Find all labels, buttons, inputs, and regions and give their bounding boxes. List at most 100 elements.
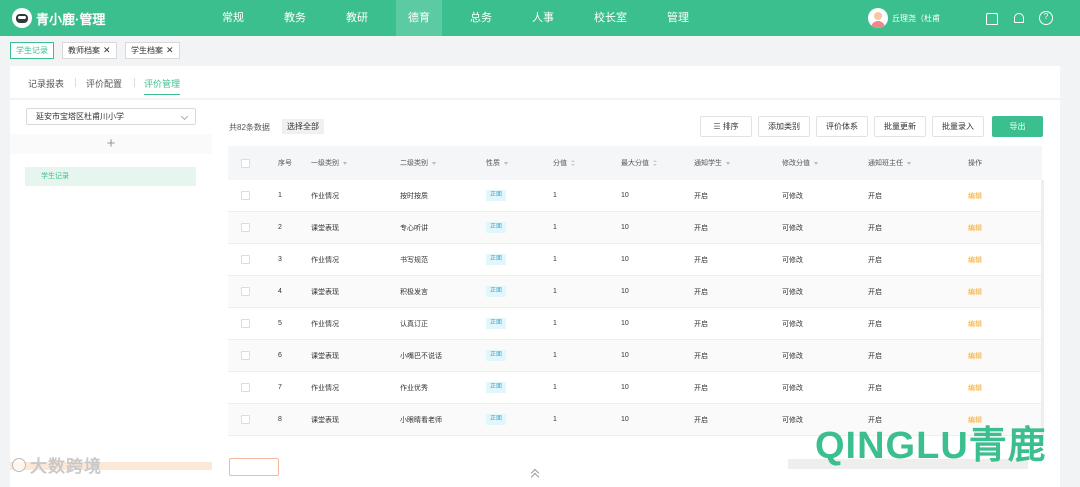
- cell-text: 6: [278, 352, 282, 359]
- tree-item-student-records[interactable]: 学生记录: [25, 167, 196, 186]
- row-checkbox[interactable]: [241, 191, 250, 200]
- school-select[interactable]: 延安市宝塔区杜甫川小学: [26, 108, 196, 125]
- row-checkbox-cell: [241, 308, 250, 339]
- row-checkbox[interactable]: [241, 287, 250, 296]
- footer-action-button[interactable]: [229, 458, 279, 476]
- table-cell[interactable]: 编辑: [968, 308, 982, 339]
- edit-link[interactable]: 编辑: [968, 287, 982, 297]
- close-icon[interactable]: ✕: [103, 45, 111, 55]
- edit-link[interactable]: 编辑: [968, 255, 982, 265]
- cell-text: 10: [621, 320, 629, 327]
- cell-text: 可修改: [782, 288, 803, 296]
- brand-logo[interactable]: 青小鹿·管理: [12, 8, 202, 28]
- nav-item-0[interactable]: 常规: [210, 0, 256, 36]
- column-header-4[interactable]: 分值: [553, 146, 575, 180]
- column-header-3[interactable]: 性质: [486, 146, 508, 180]
- table-cell: 4: [278, 276, 282, 307]
- filter-caret-icon[interactable]: [343, 161, 347, 165]
- nav-item-5[interactable]: 人事: [520, 0, 566, 36]
- edit-link[interactable]: 编辑: [968, 415, 982, 425]
- table-row: 5 作业情况 认真订正 正面 1 10 开启 可修改 开启 编辑: [228, 308, 1042, 340]
- cell-text: 可修改: [782, 384, 803, 392]
- table-cell: 开启: [868, 372, 882, 403]
- column-header-6[interactable]: 通知学生: [694, 146, 730, 180]
- sort-icon[interactable]: [653, 159, 657, 167]
- table-cell: 书写规范: [400, 244, 428, 275]
- nav-item-6[interactable]: 校长室: [582, 0, 639, 36]
- subnav-eval-management[interactable]: 评价管理: [144, 77, 181, 95]
- table-cell: 正面: [486, 212, 507, 243]
- chevron-down-icon: [180, 112, 189, 121]
- nav-item-2[interactable]: 教研: [334, 0, 380, 36]
- table-cell[interactable]: 编辑: [968, 180, 982, 211]
- table-cell: 1: [553, 276, 557, 307]
- filter-caret-icon[interactable]: [814, 161, 818, 165]
- table-cell[interactable]: 编辑: [968, 276, 982, 307]
- table-cell[interactable]: 编辑: [968, 244, 982, 275]
- table-cell: 开启: [694, 308, 708, 339]
- column-header-1[interactable]: 一级类别: [311, 146, 347, 180]
- tab-teacher-files[interactable]: 教师档案 ✕: [62, 42, 117, 59]
- edit-link[interactable]: 编辑: [968, 319, 982, 329]
- row-checkbox[interactable]: [241, 383, 250, 392]
- row-checkbox[interactable]: [241, 415, 250, 424]
- edit-link[interactable]: 编辑: [968, 383, 982, 393]
- table-cell: 8: [278, 404, 282, 435]
- bell-icon[interactable]: [1011, 11, 1025, 25]
- column-header-2[interactable]: 二级类别: [400, 146, 436, 180]
- table-scrollbar[interactable]: [1041, 180, 1044, 440]
- export-button[interactable]: 导出: [992, 116, 1043, 137]
- batch-update-button[interactable]: 批量更新: [874, 116, 926, 137]
- sort-button[interactable]: ☰ 排序: [700, 116, 752, 137]
- filter-caret-icon[interactable]: [504, 161, 508, 165]
- select-all-checkbox[interactable]: [241, 158, 250, 168]
- nav-item-3[interactable]: 德育: [396, 0, 442, 36]
- cell-text: 作业情况: [311, 256, 339, 264]
- row-checkbox[interactable]: [241, 319, 250, 328]
- table-cell[interactable]: 编辑: [968, 212, 982, 243]
- add-category-button[interactable]: +: [10, 134, 212, 154]
- edit-link[interactable]: 编辑: [968, 351, 982, 361]
- add-category-button[interactable]: 添加类别: [758, 116, 810, 137]
- edit-link[interactable]: 编辑: [968, 191, 982, 201]
- nav-item-1[interactable]: 教务: [272, 0, 318, 36]
- watermark-right: QINGLU青鹿: [815, 425, 1047, 467]
- table-cell: 小眼睛看老师: [400, 404, 442, 435]
- filter-caret-icon[interactable]: [907, 161, 911, 165]
- tab-student-files[interactable]: 学生档案 ✕: [125, 42, 180, 59]
- nav-item-4[interactable]: 总务: [458, 0, 504, 36]
- close-icon[interactable]: ✕: [166, 45, 174, 55]
- table-cell[interactable]: 编辑: [968, 340, 982, 371]
- column-header-label: 二级类别: [400, 160, 428, 167]
- row-checkbox-cell: [241, 244, 250, 275]
- table-cell: 10: [621, 340, 629, 371]
- subnav-eval-config[interactable]: 评价配置: [86, 77, 122, 90]
- table-cell: 1: [553, 244, 557, 275]
- column-header-5[interactable]: 最大分值: [621, 146, 657, 180]
- table-cell: 10: [621, 244, 629, 275]
- row-checkbox[interactable]: [241, 255, 250, 264]
- help-icon[interactable]: [1038, 11, 1053, 25]
- user-menu[interactable]: 丘理尧（杜甫: [868, 8, 940, 28]
- row-checkbox[interactable]: [241, 351, 250, 360]
- eval-system-button[interactable]: 评价体系: [816, 116, 868, 137]
- cell-text: 10: [621, 224, 629, 231]
- nav-item-7[interactable]: 管理: [655, 0, 701, 36]
- main-menu: 常规 教务 教研 德育 总务 人事 校长室 管理: [210, 0, 717, 36]
- column-header-7[interactable]: 修改分值: [782, 146, 818, 180]
- row-checkbox[interactable]: [241, 223, 250, 232]
- tab-student-records[interactable]: 学生记录: [10, 42, 54, 59]
- column-header-8[interactable]: 通知班主任: [868, 146, 911, 180]
- edit-link[interactable]: 编辑: [968, 223, 982, 233]
- shirt-icon[interactable]: [984, 11, 998, 25]
- table-cell: 小嘴巴不说话: [400, 340, 442, 371]
- nature-tag: 正面: [486, 414, 507, 425]
- select-all-button[interactable]: 选择全部: [282, 119, 324, 134]
- filter-caret-icon[interactable]: [726, 161, 730, 165]
- table-cell[interactable]: 编辑: [968, 372, 982, 403]
- batch-entry-button[interactable]: 批量录入: [932, 116, 984, 137]
- sort-icon[interactable]: [571, 159, 575, 167]
- filter-caret-icon[interactable]: [432, 161, 436, 165]
- cell-text: 1: [553, 352, 557, 359]
- subnav-record-report[interactable]: 记录报表: [28, 77, 64, 90]
